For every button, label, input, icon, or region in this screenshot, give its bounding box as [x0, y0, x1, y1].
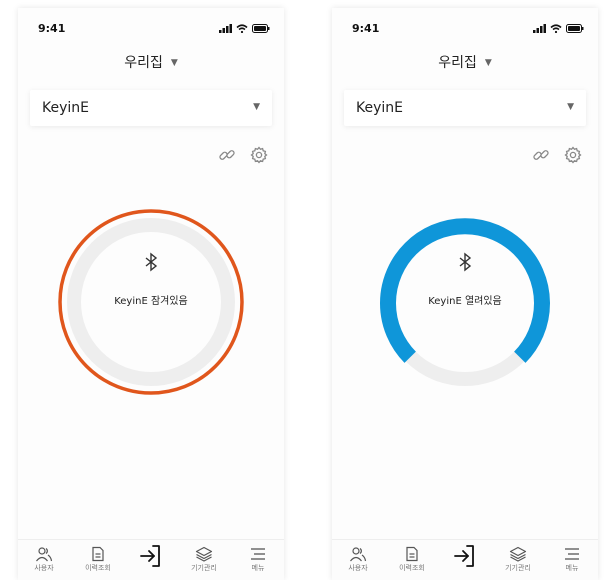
phone-screen-locked: 9:41 우리집 ▼ KeyinE ▼ KeyinE 잠겨있음 사용자 이력조회… [18, 8, 284, 580]
wifi-icon [236, 24, 248, 33]
gear-icon[interactable] [564, 146, 582, 164]
history-icon [406, 546, 418, 562]
tab-users[interactable]: 사용자 [24, 546, 64, 573]
battery-icon [252, 24, 270, 33]
tab-history[interactable]: 이력조회 [78, 546, 118, 573]
caret-down-icon: ▼ [170, 58, 178, 68]
signal-icon [219, 24, 232, 33]
home-selector[interactable]: 우리집 ▼ [18, 52, 284, 72]
tab-history-label: 이력조회 [399, 564, 425, 572]
caret-down-icon: ▼ [253, 102, 260, 112]
bluetooth-icon [459, 252, 472, 272]
users-icon [350, 547, 367, 562]
home-selector[interactable]: 우리집 ▼ [332, 52, 598, 72]
tab-history[interactable]: 이력조회 [392, 546, 432, 573]
tab-users[interactable]: 사용자 [338, 546, 378, 573]
tab-bar: 사용자 이력조회 기기관리 메뉴 [18, 539, 284, 580]
lock-status-dial[interactable]: KeyinE 열려있음 [371, 208, 559, 396]
lock-status-text: KeyinE 열려있음 [428, 296, 502, 307]
battery-icon [566, 24, 584, 33]
tab-users-label: 사용자 [34, 564, 54, 572]
tab-menu-label: 메뉴 [251, 564, 265, 572]
lock-status-dial[interactable]: KeyinE 잠겨있음 [57, 208, 245, 396]
device-selector[interactable]: KeyinE ▼ [344, 90, 586, 126]
link-icon[interactable] [532, 146, 550, 164]
tab-enter[interactable] [131, 544, 171, 568]
signal-icon [533, 24, 546, 33]
device-name: KeyinE [42, 100, 89, 116]
enter-icon [454, 545, 474, 567]
status-bar: 9:41 [332, 22, 598, 38]
link-icon[interactable] [218, 146, 236, 164]
tab-history-label: 이력조회 [85, 564, 111, 572]
menu-icon [565, 548, 579, 560]
phone-screen-unlocked: 9:41 우리집 ▼ KeyinE ▼ KeyinE 열려있음 사용자 이력조회… [332, 8, 598, 580]
tab-menu-label: 메뉴 [565, 564, 579, 572]
tab-devices[interactable]: 기기관리 [184, 546, 224, 573]
home-name: 우리집 [124, 55, 163, 71]
tab-users-label: 사용자 [348, 564, 368, 572]
home-name: 우리집 [438, 55, 477, 71]
lock-status-text: KeyinE 잠겨있음 [114, 296, 188, 307]
layers-icon [195, 546, 213, 562]
layers-icon [509, 546, 527, 562]
status-bar: 9:41 [18, 22, 284, 38]
enter-icon [140, 545, 160, 567]
status-time: 9:41 [352, 22, 380, 35]
caret-down-icon: ▼ [484, 58, 492, 68]
caret-down-icon: ▼ [567, 102, 574, 112]
history-icon [92, 546, 104, 562]
tab-devices-label: 기기관리 [505, 564, 531, 572]
tab-menu[interactable]: 메뉴 [552, 546, 592, 573]
tab-devices-label: 기기관리 [191, 564, 217, 572]
tab-enter[interactable] [445, 544, 485, 568]
bluetooth-icon [145, 252, 158, 272]
menu-icon [251, 548, 265, 560]
tab-devices[interactable]: 기기관리 [498, 546, 538, 573]
tab-bar: 사용자 이력조회 기기관리 메뉴 [332, 539, 598, 580]
status-time: 9:41 [38, 22, 66, 35]
device-name: KeyinE [356, 100, 403, 116]
gear-icon[interactable] [250, 146, 268, 164]
device-selector[interactable]: KeyinE ▼ [30, 90, 272, 126]
tab-menu[interactable]: 메뉴 [238, 546, 278, 573]
wifi-icon [550, 24, 562, 33]
users-icon [36, 547, 53, 562]
